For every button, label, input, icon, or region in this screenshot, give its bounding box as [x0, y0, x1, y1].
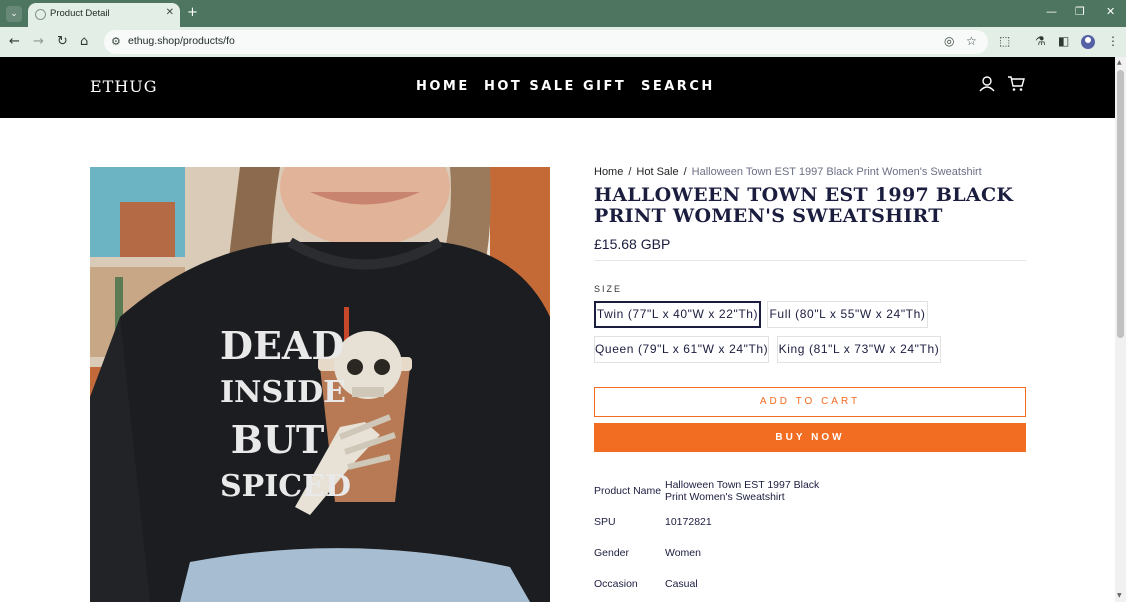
- size-option-king[interactable]: King (81"L x 73"W x 24"Th): [777, 336, 941, 363]
- size-option-full[interactable]: Full (80"L x 55"W x 24"Th): [767, 301, 928, 328]
- account-icon[interactable]: [979, 75, 995, 93]
- divider: [594, 260, 1026, 261]
- tab-close-icon[interactable]: ✕: [166, 7, 174, 18]
- breadcrumb-separator: /: [628, 166, 632, 178]
- nav-hot-sale[interactable]: HOT SALE: [484, 79, 576, 94]
- site-info-icon[interactable]: ⚙: [111, 35, 121, 48]
- print-word-1: DEAD: [220, 323, 345, 368]
- product-title: HALLOWEEN TOWN EST 1997 BLACK PRINT WOME…: [594, 184, 1014, 227]
- profile-avatar-icon[interactable]: [1081, 35, 1095, 49]
- window-close-icon[interactable]: ✕: [1106, 5, 1115, 18]
- size-option-queen[interactable]: Queen (79"L x 61"W x 24"Th): [594, 336, 769, 363]
- tab-search-chevron-icon[interactable]: ⌄: [6, 6, 22, 22]
- scrollbar-thumb[interactable]: [1117, 70, 1124, 338]
- nav-search[interactable]: SEARCH: [641, 79, 715, 94]
- attr-key-occasion: Occasion: [594, 578, 638, 590]
- nav-gift[interactable]: GIFT: [583, 79, 626, 94]
- cart-icon[interactable]: [1007, 75, 1025, 92]
- menu-kebab-icon[interactable]: ⋮: [1107, 34, 1119, 48]
- tab-favicon-icon: [35, 9, 46, 20]
- tab-title: Product Detail: [50, 8, 110, 19]
- print-word-4: SPICED: [220, 469, 352, 504]
- nav-home[interactable]: HOME: [416, 79, 470, 94]
- attr-key-product-name: Product Name: [594, 485, 662, 497]
- size-label: SIZE: [594, 284, 623, 294]
- browser-toolbar: ← → ↻ ⌂ ⚙ ethug.shop/products/fo ◎ ☆ ⬚ ⚗…: [0, 27, 1126, 57]
- add-to-cart-button[interactable]: ADD TO CART: [594, 387, 1026, 417]
- size-option-twin[interactable]: Twin (77"L x 40"W x 22"Th): [594, 301, 761, 328]
- print-text: DEAD INSIDE BUT SPICED: [220, 322, 352, 510]
- scroll-down-icon[interactable]: ▼: [1117, 592, 1122, 599]
- product-price: £15.68 GBP: [594, 236, 671, 252]
- reload-icon[interactable]: ↻: [57, 34, 68, 49]
- browser-tab[interactable]: Product Detail ✕: [28, 3, 180, 27]
- url-text[interactable]: ethug.shop/products/fo: [128, 35, 235, 47]
- extensions-icon[interactable]: ⬚: [999, 34, 1010, 48]
- scroll-up-icon[interactable]: ▲: [1117, 59, 1122, 66]
- breadcrumb-home[interactable]: Home: [594, 166, 623, 178]
- site-header: ETHUG HOME HOT SALE GIFT SEARCH: [0, 57, 1115, 118]
- product-image[interactable]: DEAD INSIDE BUT SPICED: [90, 167, 550, 602]
- minimize-icon[interactable]: —: [1046, 5, 1057, 18]
- breadcrumb-separator: /: [683, 166, 687, 178]
- print-word-2: INSIDE: [220, 375, 347, 410]
- eye-off-icon[interactable]: ◎: [944, 34, 954, 48]
- back-icon[interactable]: ←: [9, 34, 20, 49]
- breadcrumb: Home / Hot Sale / Halloween Town EST 1997 Bl…: [594, 166, 982, 178]
- breadcrumb-current: Halloween Town EST 1997 Black Print Wome…: [691, 166, 982, 178]
- home-icon[interactable]: ⌂: [80, 34, 88, 49]
- lab-icon[interactable]: ⚗: [1035, 34, 1046, 48]
- restore-icon[interactable]: ❐: [1075, 5, 1085, 18]
- print-word-3: BUT: [230, 417, 325, 462]
- browser-tab-bar: ⌄ Product Detail ✕ + — ❐ ✕: [0, 0, 1126, 27]
- breadcrumb-category[interactable]: Hot Sale: [636, 166, 678, 178]
- attr-key-spu: SPU: [594, 516, 616, 528]
- attr-value-occasion: Casual: [665, 578, 698, 590]
- site-logo[interactable]: ETHUG: [90, 77, 158, 96]
- sidebar-icon[interactable]: ◧: [1058, 34, 1069, 48]
- buy-now-button[interactable]: BUY NOW: [594, 423, 1026, 452]
- attr-value-gender: Women: [665, 547, 701, 559]
- attr-value-spu: 10172821: [665, 516, 712, 528]
- forward-icon[interactable]: →: [33, 34, 44, 49]
- attr-value-product-name: Halloween Town EST 1997 Black Print Wome…: [665, 479, 820, 503]
- bookmark-star-icon[interactable]: ☆: [966, 34, 977, 48]
- new-tab-icon[interactable]: +: [187, 5, 198, 20]
- attr-key-gender: Gender: [594, 547, 630, 559]
- address-bar[interactable]: ⚙ ethug.shop/products/fo ◎ ☆: [104, 30, 988, 54]
